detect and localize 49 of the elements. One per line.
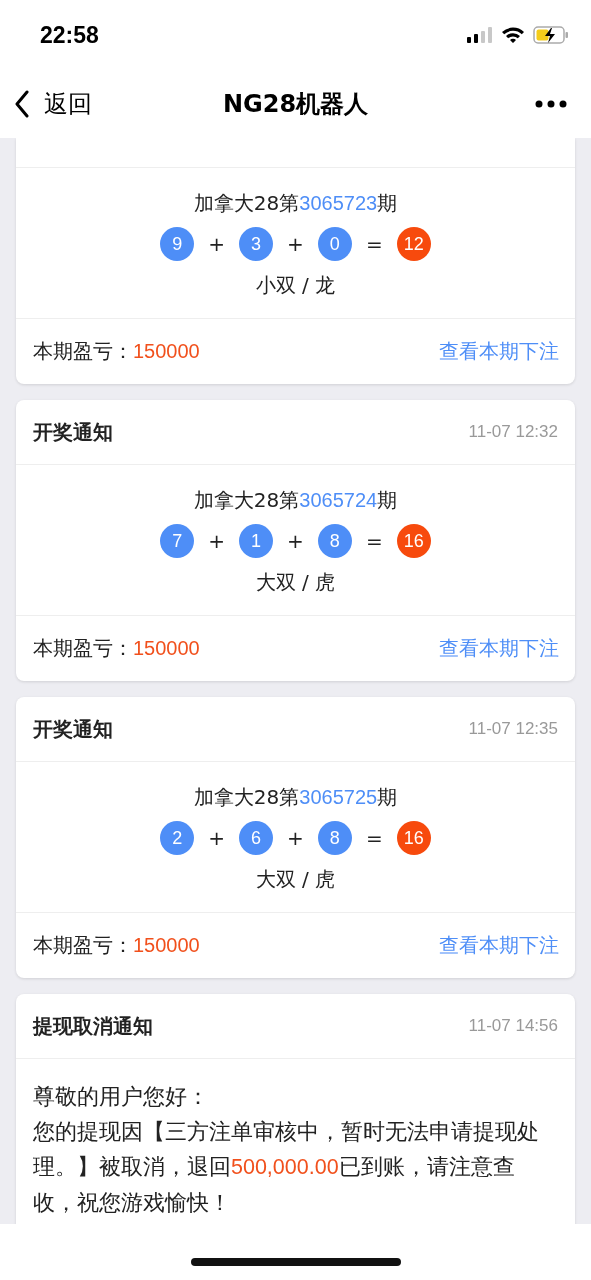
operator: + bbox=[287, 826, 304, 850]
draw-result: 大双 / 虎 bbox=[255, 866, 336, 893]
number-ball: 6 bbox=[239, 821, 274, 855]
signal-icon bbox=[467, 27, 493, 43]
back-button[interactable]: 返回 bbox=[14, 88, 92, 120]
operator: = bbox=[365, 232, 383, 256]
number-ball: 3 bbox=[239, 227, 274, 261]
wifi-icon bbox=[501, 26, 525, 44]
profit-text: 本期盈亏：150000 bbox=[33, 338, 200, 365]
notice-message: 您的提现因【三方注单审核中，暂时无法申请提现处理。】被取消，退回500,000.00已到账，请注意查收，祝您游戏愉快！ bbox=[33, 1118, 540, 1217]
operator: = bbox=[365, 529, 383, 553]
chevron-left-icon bbox=[14, 90, 30, 118]
draw-result: 小双 / 龙 bbox=[255, 272, 336, 299]
sum-ball: 16 bbox=[396, 821, 431, 855]
issue-title: 加拿大28第3065723期 bbox=[193, 190, 398, 217]
more-icon[interactable] bbox=[535, 100, 567, 108]
card-title: 提现取消通知 bbox=[33, 1012, 153, 1040]
operator: + bbox=[287, 529, 304, 553]
number-ball: 2 bbox=[160, 821, 195, 855]
card-title: 开奖通知 bbox=[33, 418, 113, 446]
number-ball: 1 bbox=[239, 524, 274, 558]
view-bets-link[interactable]: 查看本期下注 bbox=[439, 338, 559, 365]
sum-ball: 12 bbox=[396, 227, 431, 261]
issue-title: 加拿大28第3065725期 bbox=[193, 784, 398, 811]
card-time: 11-07 14:56 bbox=[468, 1016, 558, 1036]
profit-text: 本期盈亏：150000 bbox=[33, 635, 200, 662]
number-ball: 7 bbox=[160, 524, 195, 558]
operator: + bbox=[287, 232, 304, 256]
battery-icon bbox=[533, 26, 569, 44]
number-ball: 9 bbox=[160, 227, 195, 261]
operator: = bbox=[365, 826, 383, 850]
number-ball: 8 bbox=[317, 821, 352, 855]
page-title: NG28机器人 bbox=[222, 89, 369, 120]
operator: + bbox=[208, 826, 226, 850]
greeting-text: 尊敬的用户您好： bbox=[33, 1083, 210, 1111]
status-time: 22:58 bbox=[40, 21, 99, 49]
profit-text: 本期盈亏：150000 bbox=[33, 932, 200, 959]
view-bets-link[interactable]: 查看本期下注 bbox=[439, 635, 559, 662]
number-ball: 0 bbox=[317, 227, 352, 261]
card-time: 11-07 12:35 bbox=[468, 719, 558, 739]
number-ball: 8 bbox=[317, 524, 352, 558]
operator: + bbox=[208, 529, 226, 553]
operator: + bbox=[208, 232, 226, 256]
issue-title: 加拿大28第3065724期 bbox=[193, 487, 398, 514]
card-title: 开奖通知 bbox=[33, 715, 113, 743]
sum-ball: 16 bbox=[396, 524, 431, 558]
draw-result: 大双 / 虎 bbox=[255, 569, 336, 596]
card-time: 11-07 12:32 bbox=[468, 422, 558, 442]
view-bets-link[interactable]: 查看本期下注 bbox=[439, 932, 559, 959]
